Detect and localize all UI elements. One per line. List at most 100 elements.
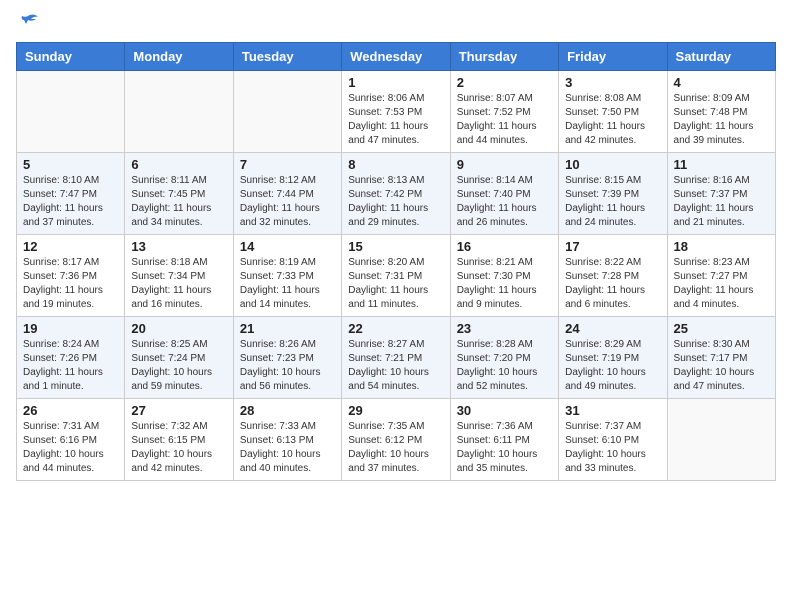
day-info: Sunrise: 8:25 AM Sunset: 7:24 PM Dayligh…: [131, 338, 226, 394]
day-number: 21: [240, 321, 335, 336]
calendar-cell: [667, 399, 775, 481]
logo-bird-icon: [18, 12, 40, 34]
day-number: 29: [348, 403, 443, 418]
calendar-cell: 7 Sunrise: 8:12 AM Sunset: 7:44 PM Daylig…: [233, 153, 341, 235]
day-info: Sunrise: 8:26 AM Sunset: 7:23 PM Dayligh…: [240, 338, 335, 394]
logo: [16, 16, 40, 34]
calendar-table: SundayMondayTuesdayWednesdayThursdayFrid…: [16, 42, 776, 481]
day-info: Sunrise: 8:08 AM Sunset: 7:50 PM Dayligh…: [565, 92, 660, 148]
day-info: Sunrise: 7:33 AM Sunset: 6:13 PM Dayligh…: [240, 420, 335, 476]
day-info: Sunrise: 7:36 AM Sunset: 6:11 PM Dayligh…: [457, 420, 552, 476]
calendar-cell: 5 Sunrise: 8:10 AM Sunset: 7:47 PM Daylig…: [17, 153, 125, 235]
day-number: 11: [674, 157, 769, 172]
day-info: Sunrise: 8:15 AM Sunset: 7:39 PM Dayligh…: [565, 174, 660, 230]
day-info: Sunrise: 8:29 AM Sunset: 7:19 PM Dayligh…: [565, 338, 660, 394]
calendar-cell: 15 Sunrise: 8:20 AM Sunset: 7:31 PM Dayli…: [342, 235, 450, 317]
calendar-cell: 6Sunrise: 8:11 AM Sunset: 7:45 PM Daylig…: [125, 153, 233, 235]
day-number: 25: [674, 321, 769, 336]
day-info: Sunrise: 7:31 AM Sunset: 6:16 PM Dayligh…: [23, 420, 118, 476]
day-number: 24: [565, 321, 660, 336]
day-info: Sunrise: 8:13 AM Sunset: 7:42 PM Dayligh…: [348, 174, 443, 230]
calendar-cell: 28 Sunrise: 7:33 AM Sunset: 6:13 PM Dayli…: [233, 399, 341, 481]
calendar-week-row: 19Sunrise: 8:24 AM Sunset: 7:26 PM Dayli…: [17, 317, 776, 399]
calendar-cell: 27Sunrise: 7:32 AM Sunset: 6:15 PM Dayli…: [125, 399, 233, 481]
day-number: 7: [240, 157, 335, 172]
day-info: Sunrise: 8:12 AM Sunset: 7:44 PM Dayligh…: [240, 174, 335, 230]
calendar-cell: 17 Sunrise: 8:22 AM Sunset: 7:28 PM Dayli…: [559, 235, 667, 317]
day-number: 5: [23, 157, 118, 172]
calendar-cell: 25Sunrise: 8:30 AM Sunset: 7:17 PM Dayli…: [667, 317, 775, 399]
day-info: Sunrise: 8:18 AM Sunset: 7:34 PM Dayligh…: [131, 256, 226, 312]
calendar-cell: 14 Sunrise: 8:19 AM Sunset: 7:33 PM Dayli…: [233, 235, 341, 317]
day-number: 10: [565, 157, 660, 172]
day-number: 6: [131, 157, 226, 172]
day-number: 30: [457, 403, 552, 418]
day-info: Sunrise: 8:06 AM Sunset: 7:53 PM Dayligh…: [348, 92, 443, 148]
day-info: Sunrise: 8:20 AM Sunset: 7:31 PM Dayligh…: [348, 256, 443, 312]
calendar-cell: [17, 71, 125, 153]
weekday-header-tuesday: Tuesday: [233, 43, 341, 71]
day-info: Sunrise: 8:22 AM Sunset: 7:28 PM Dayligh…: [565, 256, 660, 312]
day-info: Sunrise: 8:09 AM Sunset: 7:48 PM Dayligh…: [674, 92, 769, 148]
day-info: Sunrise: 8:07 AM Sunset: 7:52 PM Dayligh…: [457, 92, 552, 148]
day-info: Sunrise: 8:17 AM Sunset: 7:36 PM Dayligh…: [23, 256, 118, 312]
calendar-header-row: SundayMondayTuesdayWednesdayThursdayFrid…: [17, 43, 776, 71]
weekday-header-sunday: Sunday: [17, 43, 125, 71]
calendar-week-row: 1 Sunrise: 8:06 AM Sunset: 7:53 PM Daylig…: [17, 71, 776, 153]
day-number: 13: [131, 239, 226, 254]
day-number: 15: [348, 239, 443, 254]
calendar-cell: 30 Sunrise: 7:36 AM Sunset: 6:11 PM Dayli…: [450, 399, 558, 481]
calendar-cell: 9Sunrise: 8:14 AM Sunset: 7:40 PM Daylig…: [450, 153, 558, 235]
calendar-cell: 10 Sunrise: 8:15 AM Sunset: 7:39 PM Dayli…: [559, 153, 667, 235]
day-number: 14: [240, 239, 335, 254]
weekday-header-friday: Friday: [559, 43, 667, 71]
day-number: 31: [565, 403, 660, 418]
day-number: 17: [565, 239, 660, 254]
calendar-cell: 8 Sunrise: 8:13 AM Sunset: 7:42 PM Daylig…: [342, 153, 450, 235]
day-number: 3: [565, 75, 660, 90]
day-number: 2: [457, 75, 552, 90]
day-info: Sunrise: 7:35 AM Sunset: 6:12 PM Dayligh…: [348, 420, 443, 476]
calendar-cell: 19Sunrise: 8:24 AM Sunset: 7:26 PM Dayli…: [17, 317, 125, 399]
day-number: 26: [23, 403, 118, 418]
calendar-cell: 2 Sunrise: 8:07 AM Sunset: 7:52 PM Daylig…: [450, 71, 558, 153]
day-info: Sunrise: 8:10 AM Sunset: 7:47 PM Dayligh…: [23, 174, 118, 230]
day-number: 23: [457, 321, 552, 336]
calendar-week-row: 5 Sunrise: 8:10 AM Sunset: 7:47 PM Daylig…: [17, 153, 776, 235]
calendar-cell: 24 Sunrise: 8:29 AM Sunset: 7:19 PM Dayli…: [559, 317, 667, 399]
day-number: 9: [457, 157, 552, 172]
calendar-cell: 29 Sunrise: 7:35 AM Sunset: 6:12 PM Dayli…: [342, 399, 450, 481]
day-number: 28: [240, 403, 335, 418]
day-info: Sunrise: 8:19 AM Sunset: 7:33 PM Dayligh…: [240, 256, 335, 312]
day-info: Sunrise: 8:27 AM Sunset: 7:21 PM Dayligh…: [348, 338, 443, 394]
calendar-cell: 12 Sunrise: 8:17 AM Sunset: 7:36 PM Dayli…: [17, 235, 125, 317]
day-number: 12: [23, 239, 118, 254]
weekday-header-saturday: Saturday: [667, 43, 775, 71]
day-number: 19: [23, 321, 118, 336]
day-info: Sunrise: 8:23 AM Sunset: 7:27 PM Dayligh…: [674, 256, 769, 312]
calendar-cell: [125, 71, 233, 153]
day-info: Sunrise: 7:32 AM Sunset: 6:15 PM Dayligh…: [131, 420, 226, 476]
calendar-cell: 11 Sunrise: 8:16 AM Sunset: 7:37 PM Dayli…: [667, 153, 775, 235]
day-number: 22: [348, 321, 443, 336]
calendar-cell: 23 Sunrise: 8:28 AM Sunset: 7:20 PM Dayli…: [450, 317, 558, 399]
day-number: 8: [348, 157, 443, 172]
calendar-cell: 1 Sunrise: 8:06 AM Sunset: 7:53 PM Daylig…: [342, 71, 450, 153]
weekday-header-wednesday: Wednesday: [342, 43, 450, 71]
day-number: 18: [674, 239, 769, 254]
page-header: [16, 16, 776, 34]
calendar-cell: 22 Sunrise: 8:27 AM Sunset: 7:21 PM Dayli…: [342, 317, 450, 399]
calendar-cell: 3 Sunrise: 8:08 AM Sunset: 7:50 PM Daylig…: [559, 71, 667, 153]
calendar-cell: 16 Sunrise: 8:21 AM Sunset: 7:30 PM Dayli…: [450, 235, 558, 317]
weekday-header-thursday: Thursday: [450, 43, 558, 71]
day-number: 1: [348, 75, 443, 90]
day-info: Sunrise: 8:28 AM Sunset: 7:20 PM Dayligh…: [457, 338, 552, 394]
day-info: Sunrise: 8:21 AM Sunset: 7:30 PM Dayligh…: [457, 256, 552, 312]
calendar-week-row: 12 Sunrise: 8:17 AM Sunset: 7:36 PM Dayli…: [17, 235, 776, 317]
day-number: 16: [457, 239, 552, 254]
day-number: 4: [674, 75, 769, 90]
day-number: 20: [131, 321, 226, 336]
day-info: Sunrise: 8:16 AM Sunset: 7:37 PM Dayligh…: [674, 174, 769, 230]
calendar-cell: 13 Sunrise: 8:18 AM Sunset: 7:34 PM Dayli…: [125, 235, 233, 317]
calendar-cell: 26 Sunrise: 7:31 AM Sunset: 6:16 PM Dayli…: [17, 399, 125, 481]
